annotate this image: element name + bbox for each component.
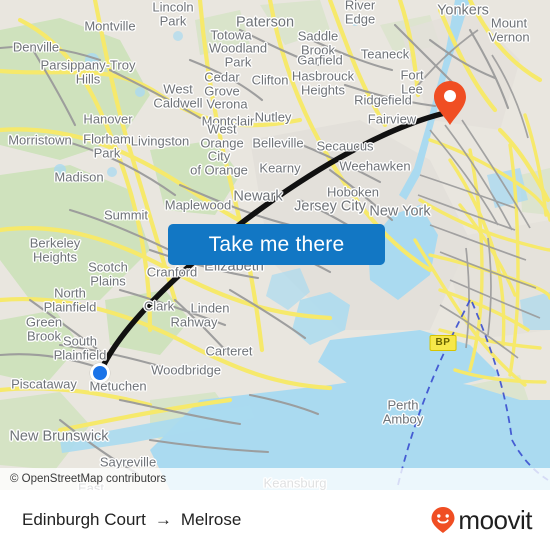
route-summary: Edinburgh Court → Melrose [22, 510, 241, 530]
moovit-brand[interactable]: moovit [430, 505, 532, 536]
take-me-there-button[interactable]: Take me there [168, 224, 385, 265]
route-origin-label: Edinburgh Court [22, 510, 146, 529]
route-destination-label: Melrose [180, 510, 242, 529]
attribution-text: © OpenStreetMap contributors [10, 473, 167, 485]
map-canvas[interactable]: Lincoln Park Montville Paterson River Edge Yon… [0, 0, 550, 490]
route-arrow-icon: → [154, 510, 172, 529]
map-attribution: © OpenStreetMap contributors [0, 468, 550, 490]
take-me-there-label: Take me there [208, 232, 345, 256]
moovit-route-screen: Lincoln Park Montville Paterson River Edge Yon… [0, 0, 550, 550]
origin-marker[interactable] [90, 363, 110, 383]
footer-bar: Edinburgh Court → Melrose moovit [0, 490, 550, 550]
destination-pin-marker[interactable] [432, 80, 468, 126]
moovit-wordmark: moovit [458, 504, 532, 535]
moovit-pin-logo-icon [431, 507, 455, 533]
map-pin-icon [434, 81, 466, 125]
bp-shield-label: BP [429, 335, 457, 351]
